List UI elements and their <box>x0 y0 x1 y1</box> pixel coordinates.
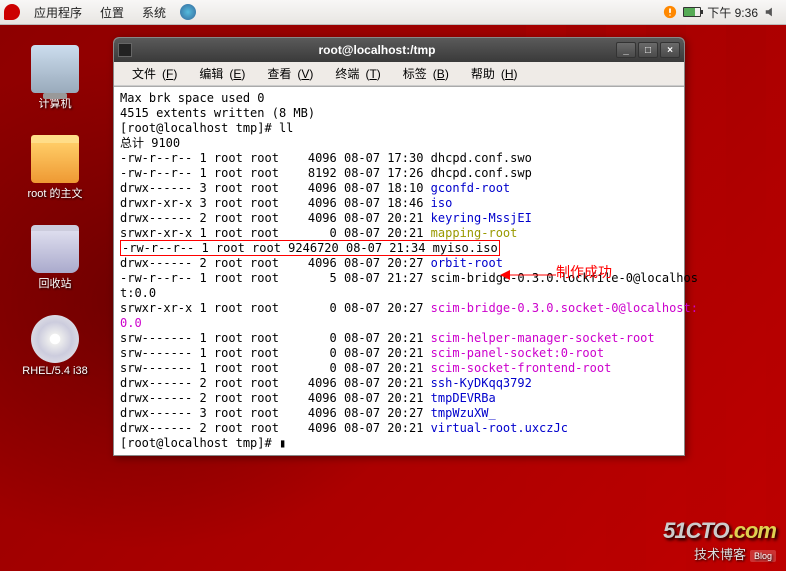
disc-icon[interactable]: RHEL/5.4 i38 <box>20 315 90 377</box>
top-panel: 应用程序 位置 系统 下午 9:36 <box>0 0 786 25</box>
battery-icon[interactable] <box>683 7 701 17</box>
menu-view[interactable]: 查看(V) <box>255 63 319 84</box>
menubar: 文件(F) 编辑(E) 查看(V) 终端(T) 标签(B) 帮助(H) <box>114 62 684 86</box>
menu-terminal[interactable]: 终端(T) <box>323 63 386 84</box>
home-label: root 的主文 <box>20 185 90 201</box>
browser-icon[interactable] <box>180 4 196 20</box>
annotation-text: 制作成功 <box>556 262 612 282</box>
volume-icon[interactable] <box>764 5 778 19</box>
computer-icon[interactable]: 计算机 <box>20 45 90 111</box>
redhat-icon[interactable] <box>4 4 20 20</box>
menu-help[interactable]: 帮助(H) <box>459 63 524 84</box>
trash-icon[interactable]: 回收站 <box>20 225 90 291</box>
menu-tabs[interactable]: 标签(B) <box>391 63 455 84</box>
menu-places[interactable]: 位置 <box>92 1 132 24</box>
terminal-window: root@localhost:/tmp _ □ × 文件(F) 编辑(E) 查看… <box>113 37 685 456</box>
menu-edit[interactable]: 编辑(E) <box>187 63 251 84</box>
window-title: root@localhost:/tmp <box>138 43 616 57</box>
menu-applications[interactable]: 应用程序 <box>26 1 90 24</box>
trash-label: 回收站 <box>20 275 90 291</box>
annotation-arrow <box>500 268 558 282</box>
watermark: 51CTO.com 技术博客Blog <box>663 518 776 563</box>
minimize-button[interactable]: _ <box>616 42 636 58</box>
titlebar[interactable]: root@localhost:/tmp _ □ × <box>114 38 684 62</box>
menu-file[interactable]: 文件(F) <box>120 63 183 84</box>
terminal-icon <box>118 43 132 57</box>
close-button[interactable]: × <box>660 42 680 58</box>
maximize-button[interactable]: □ <box>638 42 658 58</box>
clock[interactable]: 下午 9:36 <box>707 4 758 21</box>
disc-label: RHEL/5.4 i38 <box>20 365 90 377</box>
home-folder-icon[interactable]: root 的主文 <box>20 135 90 201</box>
update-icon[interactable] <box>663 5 677 19</box>
menu-system[interactable]: 系统 <box>134 1 174 24</box>
